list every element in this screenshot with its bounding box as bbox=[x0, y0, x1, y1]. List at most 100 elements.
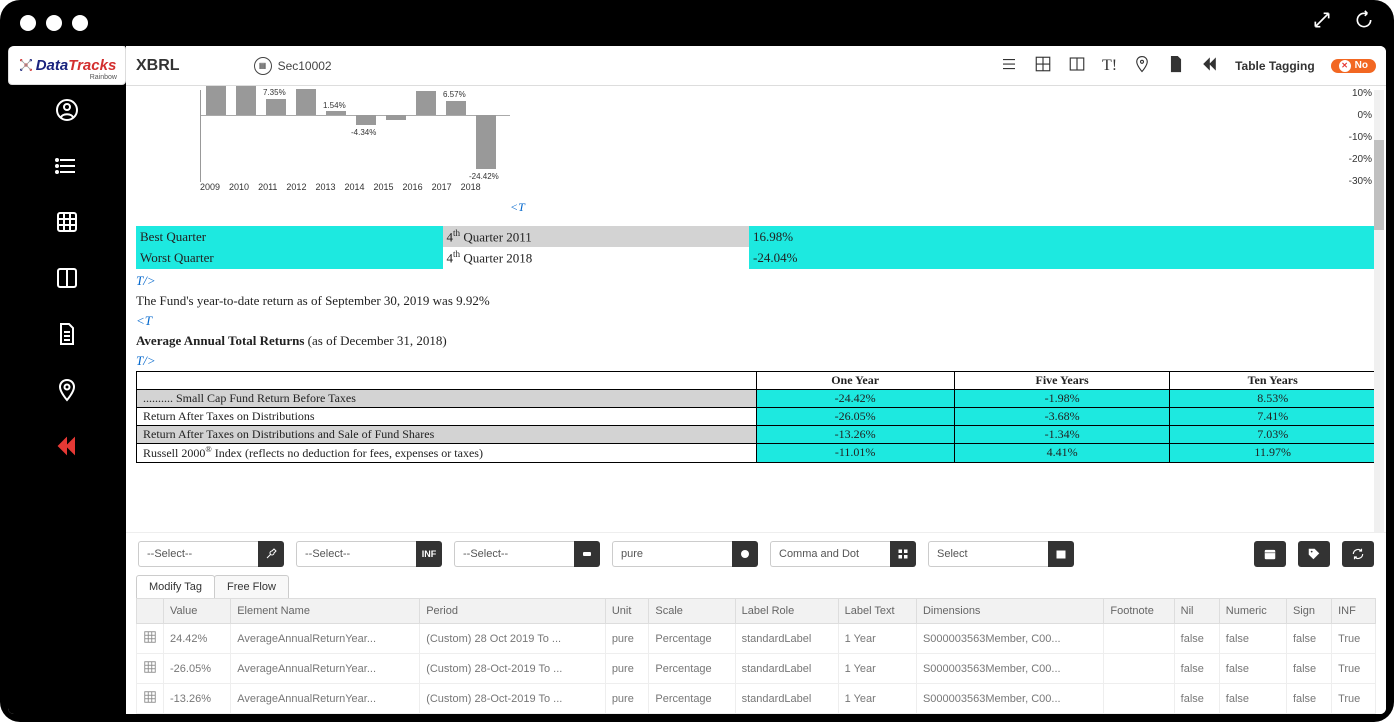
dot-max[interactable] bbox=[72, 15, 88, 31]
cell-inf: True bbox=[1332, 654, 1376, 684]
no-toggle[interactable]: ✕No bbox=[1331, 59, 1376, 73]
cell-unit: pure bbox=[605, 624, 649, 654]
select-6[interactable] bbox=[928, 541, 1048, 567]
cell-num: false bbox=[1219, 624, 1286, 654]
top-text-icon[interactable]: T! bbox=[1102, 57, 1117, 75]
user-icon[interactable] bbox=[53, 96, 81, 124]
list-icon[interactable] bbox=[53, 152, 81, 180]
table-row[interactable]: -26.05% AverageAnnualReturnYear... (Cust… bbox=[137, 654, 1376, 684]
top-pin-icon[interactable] bbox=[1133, 55, 1151, 76]
cell-scale: Percentage bbox=[649, 684, 735, 714]
top-rewind-icon[interactable] bbox=[1201, 55, 1219, 76]
ytick: -30% bbox=[1349, 176, 1372, 187]
cell-period: (Custom) 28-Oct-2019 To ... bbox=[420, 684, 606, 714]
select-2[interactable] bbox=[296, 541, 416, 567]
th: Unit bbox=[605, 599, 649, 624]
th: Sign bbox=[1286, 599, 1331, 624]
cell: Worst Quarter bbox=[136, 247, 443, 268]
window-frame: DataTracks Rainbow XBRL ▦ Sec10002 bbox=[0, 0, 1394, 722]
cell-foot bbox=[1104, 684, 1174, 714]
select-5[interactable] bbox=[770, 541, 890, 567]
cell-label: 1 Year bbox=[838, 654, 916, 684]
tag-action[interactable] bbox=[1298, 541, 1330, 567]
th: Five Years bbox=[954, 371, 1170, 389]
top-file-icon[interactable] bbox=[1167, 55, 1185, 76]
dot-min[interactable] bbox=[46, 15, 62, 31]
calendar-action[interactable] bbox=[1254, 541, 1286, 567]
cell-scale: Percentage bbox=[649, 654, 735, 684]
xtick: 2011 bbox=[258, 182, 277, 192]
table-row[interactable]: 24.42% AverageAnnualReturnYear... (Custo… bbox=[137, 624, 1376, 654]
table-tagging-label: Table Tagging bbox=[1235, 59, 1315, 73]
cell: 16.98% bbox=[749, 226, 1376, 247]
tab-free-flow[interactable]: Free Flow bbox=[214, 575, 289, 598]
cell-period: (Custom) 28 Oct 2019 To ... bbox=[420, 624, 606, 654]
row-icon[interactable] bbox=[137, 684, 164, 714]
cell: -26.05% bbox=[756, 407, 954, 425]
row-icon[interactable] bbox=[137, 624, 164, 654]
wrench-button[interactable] bbox=[258, 541, 284, 567]
xtick: 2016 bbox=[403, 182, 423, 192]
data-grid: Value Element Name Period Unit Scale Lab… bbox=[136, 598, 1376, 714]
xtick: 2010 bbox=[229, 182, 249, 192]
dropdown-button[interactable] bbox=[574, 541, 600, 567]
th: Period bbox=[420, 599, 606, 624]
cell: 11.97% bbox=[1170, 443, 1376, 462]
cell-inf: True bbox=[1332, 624, 1376, 654]
th: Numeric bbox=[1219, 599, 1286, 624]
top-columns-icon[interactable] bbox=[1068, 55, 1086, 76]
titlebar bbox=[0, 0, 1394, 46]
document-viewport[interactable]: 10% 0% -10% -20% -30% 7.35% 1.54% bbox=[126, 86, 1386, 532]
top-list-icon[interactable] bbox=[1000, 55, 1018, 76]
cell-sign: false bbox=[1286, 684, 1331, 714]
cell-sign: false bbox=[1286, 654, 1331, 684]
row-icon[interactable] bbox=[137, 654, 164, 684]
doc-id[interactable]: ▦ Sec10002 bbox=[254, 57, 332, 75]
dot-close[interactable] bbox=[20, 15, 36, 31]
cell-label: 1 Year bbox=[838, 684, 916, 714]
calendar-button[interactable] bbox=[1048, 541, 1074, 567]
select-1[interactable] bbox=[138, 541, 258, 567]
clock-button[interactable] bbox=[732, 541, 758, 567]
cell: -24.04% bbox=[749, 247, 1376, 268]
close-circle-icon: ✕ bbox=[1339, 60, 1351, 72]
avg-sub: (as of December 31, 2018) bbox=[304, 333, 446, 348]
cell-value: 24.42% bbox=[164, 624, 231, 654]
cell: 8.53% bbox=[1170, 389, 1376, 407]
cell: 7.41% bbox=[1170, 407, 1376, 425]
inf-button[interactable]: INF bbox=[416, 541, 442, 567]
tab-modify-tag[interactable]: Modify Tag bbox=[136, 575, 215, 598]
bar-label: -4.34% bbox=[351, 128, 376, 137]
rewind-icon[interactable] bbox=[53, 432, 81, 460]
grid-button[interactable] bbox=[890, 541, 916, 567]
columns-icon[interactable] bbox=[53, 264, 81, 292]
cell-nil: false bbox=[1174, 624, 1219, 654]
logo-text-1: Data bbox=[36, 57, 69, 74]
scrollbar-thumb[interactable] bbox=[1374, 140, 1384, 230]
cell-role: standardLabel bbox=[735, 684, 838, 714]
cell-sign: false bbox=[1286, 624, 1331, 654]
expand-icon[interactable] bbox=[1312, 10, 1332, 36]
xtick: 2017 bbox=[432, 182, 452, 192]
table-row[interactable]: -13.26% AverageAnnualReturnYear... (Cust… bbox=[137, 684, 1376, 714]
top-grid-icon[interactable] bbox=[1034, 55, 1052, 76]
xtick: 2009 bbox=[200, 182, 220, 192]
page-title: XBRL bbox=[136, 57, 180, 75]
cell-dim: S000003563Member, C00... bbox=[916, 654, 1103, 684]
select-4[interactable] bbox=[612, 541, 732, 567]
th: Footnote bbox=[1104, 599, 1174, 624]
cell-scale: Percentage bbox=[649, 624, 735, 654]
sync-action[interactable] bbox=[1342, 541, 1374, 567]
grid-icon[interactable] bbox=[53, 208, 81, 236]
cell: 4.41% bbox=[954, 443, 1170, 462]
reload-icon[interactable] bbox=[1354, 10, 1374, 36]
title-dots bbox=[20, 15, 88, 31]
grid-circle-icon: ▦ bbox=[254, 57, 272, 75]
th: Value bbox=[164, 599, 231, 624]
xtick: 2012 bbox=[286, 182, 306, 192]
pin-icon[interactable] bbox=[53, 376, 81, 404]
bar-label: 7.35% bbox=[263, 88, 286, 97]
document-icon[interactable] bbox=[53, 320, 81, 348]
th: Scale bbox=[649, 599, 735, 624]
select-3[interactable] bbox=[454, 541, 574, 567]
